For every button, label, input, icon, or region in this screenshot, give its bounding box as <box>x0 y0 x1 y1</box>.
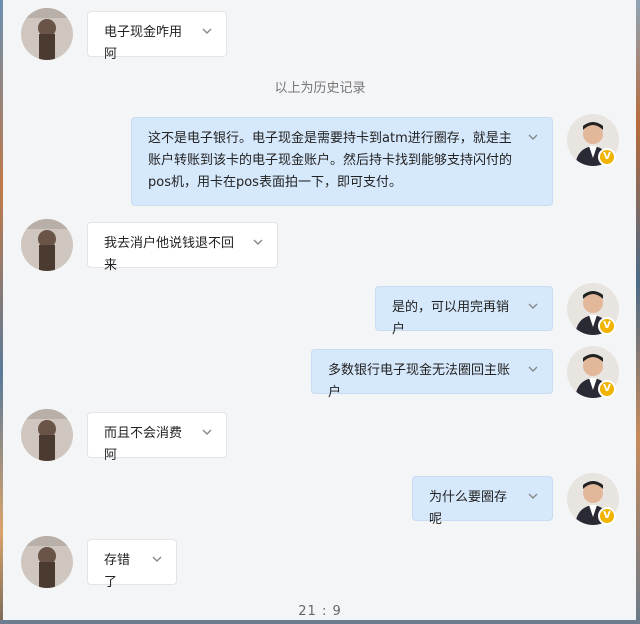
chevron-down-icon[interactable] <box>526 362 540 376</box>
user-avatar[interactable] <box>21 219 73 271</box>
message-bubble-incoming[interactable]: 电子现金咋用阿 <box>87 11 227 62</box>
verified-badge-icon: V <box>598 380 616 398</box>
message-bubble-outgoing[interactable]: 是的，可以用完再销户 <box>375 286 553 337</box>
message-text: 多数银行电子现金无法圈回主账户 <box>328 363 511 400</box>
user-avatar[interactable] <box>21 409 73 461</box>
message-text: 电子现金咋用阿 <box>104 25 183 62</box>
chevron-down-icon[interactable] <box>200 24 214 38</box>
chevron-down-icon[interactable] <box>251 235 265 249</box>
message-bubble-outgoing[interactable]: 多数银行电子现金无法圈回主账户 <box>311 349 553 400</box>
verified-badge-icon: V <box>598 148 616 166</box>
message-bubble-incoming[interactable]: 而且不会消费阿 <box>87 412 227 463</box>
message-text: 而且不会消费阿 <box>104 426 183 463</box>
message-bubble-outgoing[interactable]: 这不是电子银行。电子现金是需要持卡到atm进行圈存，就是主账户转账到该卡的电子现… <box>131 117 553 206</box>
history-divider-note: 以上为历史记录 <box>274 81 366 96</box>
chevron-down-icon[interactable] <box>526 489 540 503</box>
chevron-down-icon[interactable] <box>150 552 164 566</box>
message-bubble-incoming[interactable]: 存错了 <box>87 539 177 590</box>
message-text: 我去消户他说钱退不回来 <box>104 236 235 273</box>
timestamp: 21 : 9 <box>298 604 342 619</box>
user-avatar[interactable] <box>21 8 73 60</box>
message-bubble-incoming[interactable]: 我去消户他说钱退不回来 <box>87 222 278 273</box>
message-text: 是的，可以用完再销户 <box>392 300 510 337</box>
chevron-down-icon[interactable] <box>200 425 214 439</box>
verified-badge-icon: V <box>598 317 616 335</box>
message-text: 存错了 <box>104 553 131 590</box>
chevron-down-icon[interactable] <box>526 130 540 144</box>
message-text: 这不是电子银行。电子现金是需要持卡到atm进行圈存，就是主账户转账到该卡的电子现… <box>148 131 513 190</box>
verified-badge-icon: V <box>598 507 616 525</box>
message-bubble-outgoing[interactable]: 为什么要圈存呢 <box>412 476 553 527</box>
chevron-down-icon[interactable] <box>526 299 540 313</box>
background-edge-bottom <box>0 620 640 624</box>
user-avatar[interactable] <box>21 536 73 588</box>
message-text: 为什么要圈存呢 <box>429 490 508 527</box>
